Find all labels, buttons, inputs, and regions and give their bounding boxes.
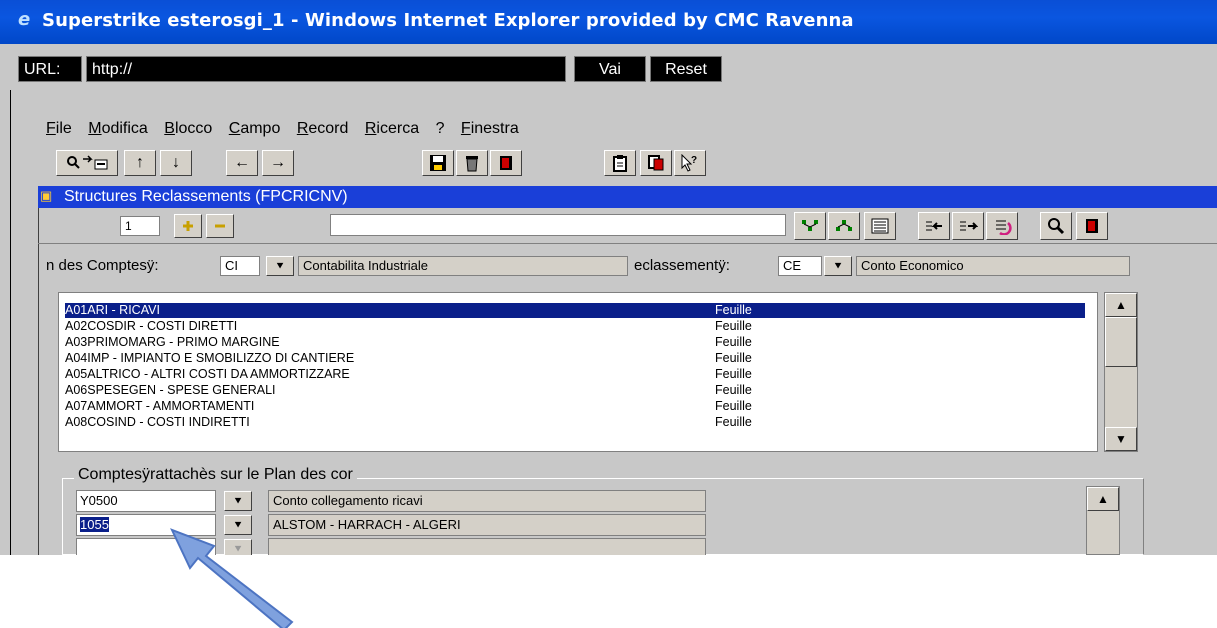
annotation-arrow-icon [170,528,294,628]
